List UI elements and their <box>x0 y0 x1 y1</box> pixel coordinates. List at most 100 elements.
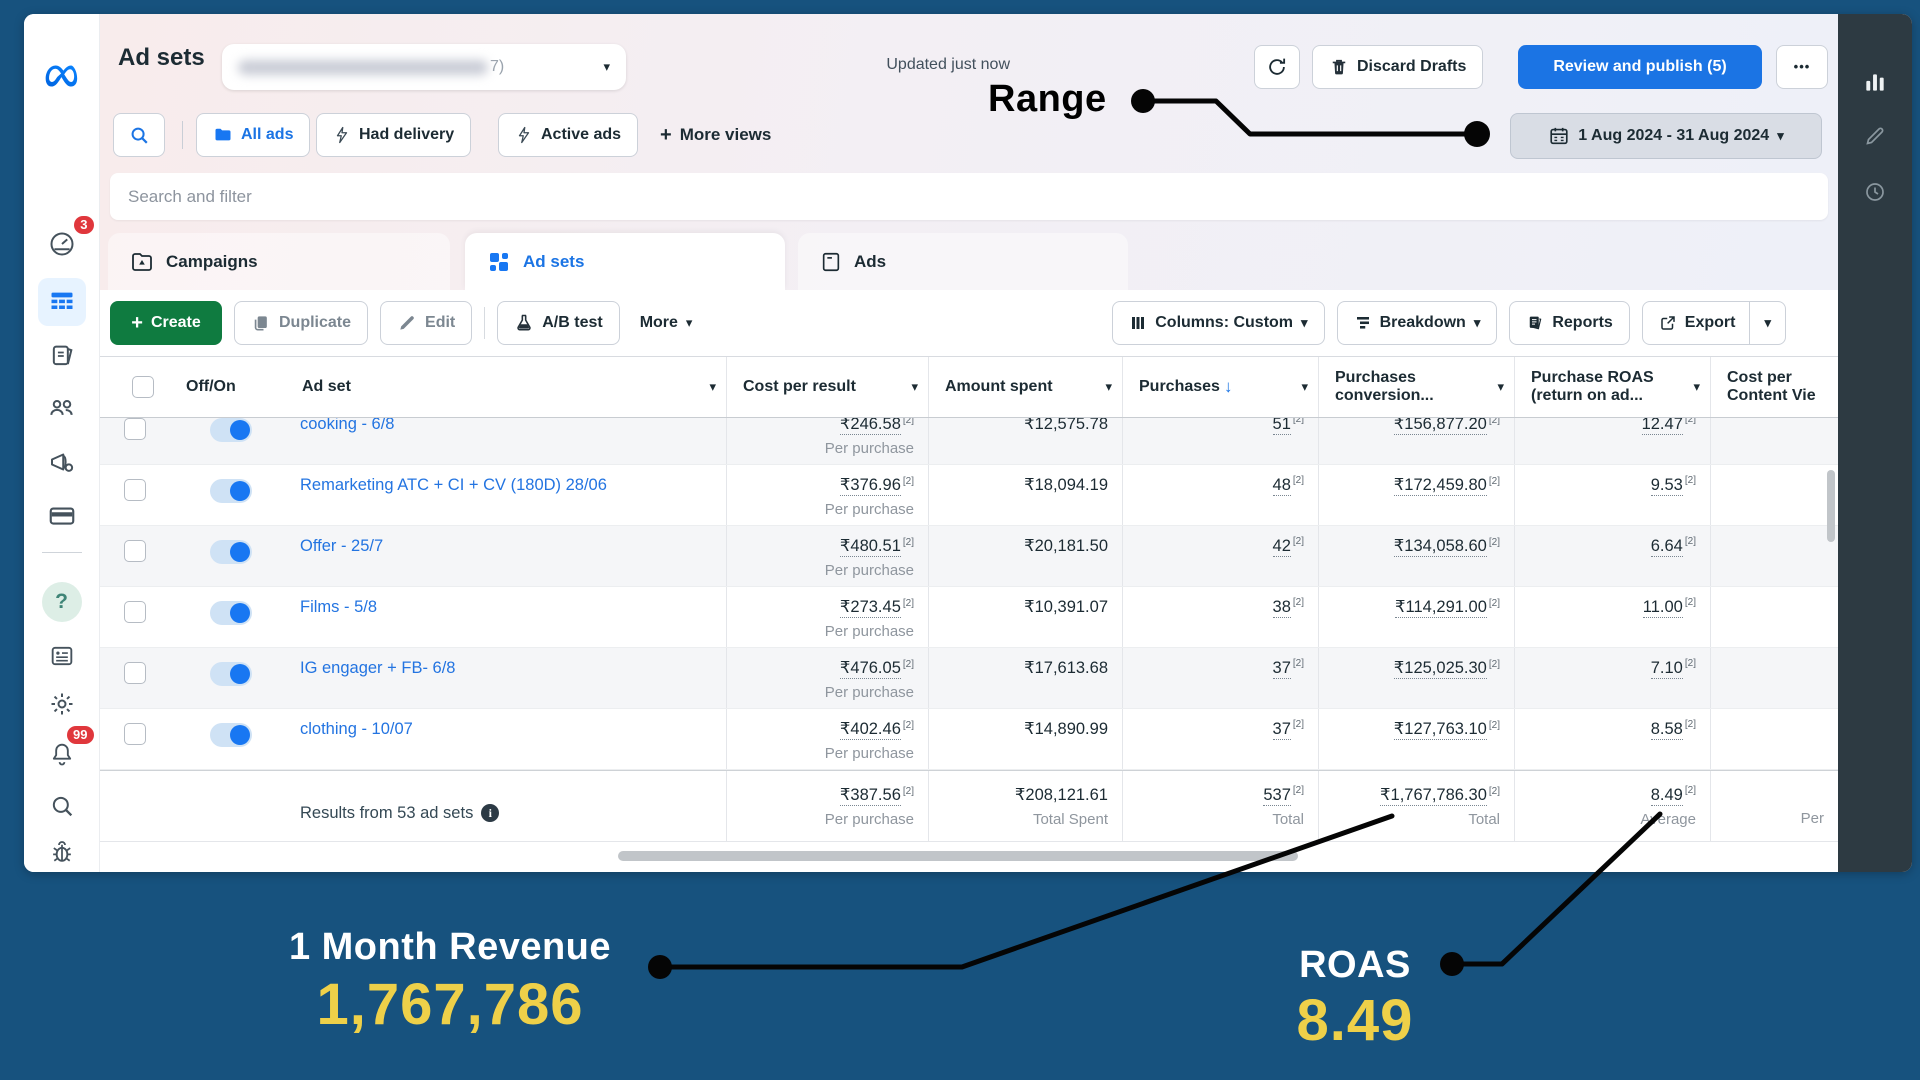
more-menu-button[interactable]: More <box>640 314 693 332</box>
sidebar-item-billing[interactable] <box>38 494 86 538</box>
table-row[interactable]: Remarketing ATC + CI + CV (180D) 28/06 ₹… <box>100 465 1838 526</box>
edit-button[interactable]: Edit <box>380 301 473 345</box>
chevron-down-icon <box>911 378 918 396</box>
col-purchases[interactable]: Purchases ↓ <box>1122 357 1318 417</box>
date-range-picker[interactable]: 1 Aug 2024 - 31 Aug 2024 <box>1510 113 1822 159</box>
meta-logo[interactable] <box>38 54 86 98</box>
sidebar-item-notifications[interactable]: 99 <box>38 726 94 776</box>
ad-set-name-link[interactable]: cooking - 6/8 <box>300 418 394 433</box>
ad-set-toggle[interactable] <box>210 723 252 747</box>
table-row[interactable]: IG engager + FB- 6/8 ₹476.05 [2] Per purc… <box>100 648 1838 709</box>
page-title: Ad sets <box>118 44 205 71</box>
vertical-scrollbar[interactable] <box>1827 470 1835 542</box>
row-checkbox[interactable] <box>124 723 146 745</box>
search-filter-button[interactable] <box>113 113 165 157</box>
duplicate-button[interactable]: Duplicate <box>234 301 369 345</box>
sidebar-item-pages[interactable] <box>38 334 86 378</box>
edit-panel-button[interactable] <box>1855 116 1895 156</box>
sidebar-item-report-bug[interactable] <box>38 830 86 872</box>
newspaper-icon <box>51 646 72 666</box>
breakdown-icon <box>1356 317 1369 329</box>
export-button[interactable]: Export <box>1641 301 1786 345</box>
ad-set-name-link[interactable]: clothing - 10/07 <box>300 720 413 738</box>
cost-per-content-view-cell <box>1710 526 1838 586</box>
select-all-checkbox[interactable] <box>132 376 154 398</box>
ad-set-name-link[interactable]: Offer - 25/7 <box>300 537 383 555</box>
create-button[interactable]: Create <box>110 301 222 345</box>
insights-panel-button[interactable] <box>1855 62 1895 102</box>
ad-set-toggle[interactable] <box>210 540 252 564</box>
sidebar-item-audiences[interactable] <box>38 386 86 430</box>
table-row[interactable]: clothing - 10/07 ₹402.46 [2] Per purchase… <box>100 709 1838 770</box>
history-panel-button[interactable] <box>1855 172 1895 212</box>
view-all-ads[interactable]: All ads <box>196 113 311 157</box>
sidebar-item-search[interactable] <box>38 784 86 828</box>
bell-icon <box>52 743 71 766</box>
info-icon[interactable] <box>481 804 500 822</box>
columns-button[interactable]: Columns: Custom <box>1112 301 1325 345</box>
pencil-icon <box>400 316 414 330</box>
cost-per-content-view-cell <box>1710 418 1838 464</box>
view-had-delivery[interactable]: Had delivery <box>316 113 472 157</box>
table-row[interactable]: cooking - 6/8 ₹246.58 [2] Per purchase ₹1… <box>100 418 1838 465</box>
bug-icon <box>52 841 71 862</box>
row-checkbox[interactable] <box>124 662 146 684</box>
sidebar-item-ads-manager[interactable] <box>37 278 86 326</box>
tab-campaigns[interactable]: Campaigns <box>108 233 450 290</box>
ad-set-toggle[interactable] <box>210 662 252 686</box>
tab-ads[interactable]: Ads <box>798 233 1128 290</box>
table-row[interactable]: Offer - 25/7 ₹480.51 [2] Per purchase ₹20… <box>100 526 1838 587</box>
table-row[interactable]: Films - 5/8 ₹273.45 [2] Per purchase ₹10,… <box>100 587 1838 648</box>
sidebar-item-help[interactable]: ? <box>38 580 86 624</box>
ad-set-toggle[interactable] <box>210 418 252 442</box>
col-cost-per-result[interactable]: Cost per result <box>726 357 928 417</box>
results-tail-cell: Per <box>1710 771 1838 841</box>
export-dropdown[interactable] <box>1749 301 1785 345</box>
reports-button[interactable]: Reports <box>1509 301 1630 345</box>
megaphone-icon <box>50 453 73 472</box>
discard-drafts-button[interactable]: Discard Drafts <box>1312 45 1484 89</box>
col-off-on[interactable]: Off/On <box>170 357 292 417</box>
ad-set-name-link[interactable]: IG engager + FB- 6/8 <box>300 659 455 677</box>
flask-icon <box>517 314 531 331</box>
results-label-cell: Results from 53 ad sets <box>292 771 726 841</box>
account-dropdown[interactable]: 7) <box>222 44 626 90</box>
pencil-icon <box>1866 127 1884 145</box>
purchases-conversion-cell: ₹127,763.10 [2] <box>1318 709 1514 769</box>
breakdown-button[interactable]: Breakdown <box>1336 301 1498 345</box>
col-amount-spent[interactable]: Amount spent <box>928 357 1122 417</box>
search-and-filter-input[interactable] <box>110 173 1828 220</box>
more-options-button[interactable] <box>1776 45 1828 89</box>
col-ad-set[interactable]: Ad set <box>292 357 726 417</box>
purchases-cell: 38 [2] <box>1122 587 1318 647</box>
sidebar-item-account-overview[interactable]: 3 <box>38 216 94 266</box>
review-and-publish-button[interactable]: Review and publish (5) <box>1518 45 1762 89</box>
purchases-conversion-cell: ₹114,291.00 [2] <box>1318 587 1514 647</box>
sidebar-item-advertise[interactable] <box>38 440 86 484</box>
col-cost-per-content-view[interactable]: Cost per Content Vie <box>1710 357 1838 417</box>
roas-annotation-label: ROAS <box>1299 944 1411 986</box>
tab-ad-sets[interactable]: Ad sets <box>465 233 785 290</box>
row-checkbox[interactable] <box>124 601 146 623</box>
col-purchase-roas[interactable]: Purchase ROAS (return on ad... <box>1514 357 1710 417</box>
more-views-button[interactable]: More views <box>660 113 772 157</box>
row-checkbox[interactable] <box>124 540 146 562</box>
ad-set-name-link[interactable]: Films - 5/8 <box>300 598 377 616</box>
ab-test-button[interactable]: A/B test <box>497 301 620 345</box>
ad-set-toggle[interactable] <box>210 601 252 625</box>
sidebar-item-settings[interactable] <box>38 682 86 726</box>
row-checkbox[interactable] <box>124 418 146 440</box>
ad-set-toggle[interactable] <box>210 479 252 503</box>
chevron-down-icon <box>1105 378 1112 396</box>
col-purchases-conversion[interactable]: Purchases conversion... <box>1318 357 1514 417</box>
sidebar-item-news[interactable] <box>38 634 86 678</box>
toggle-knob <box>230 420 250 440</box>
ad-set-name-link[interactable]: Remarketing ATC + CI + CV (180D) 28/06 <box>300 476 607 494</box>
view-active-ads[interactable]: Active ads <box>498 113 639 157</box>
row-checkbox[interactable] <box>124 479 146 501</box>
ad-sets-grid-icon <box>490 252 508 271</box>
refresh-button[interactable] <box>1254 45 1300 89</box>
chevron-down-icon <box>1301 314 1308 332</box>
horizontal-scrollbar[interactable] <box>618 851 1298 861</box>
results-row: Results from 53 ad sets ₹387.56[2] Per p… <box>100 770 1838 842</box>
